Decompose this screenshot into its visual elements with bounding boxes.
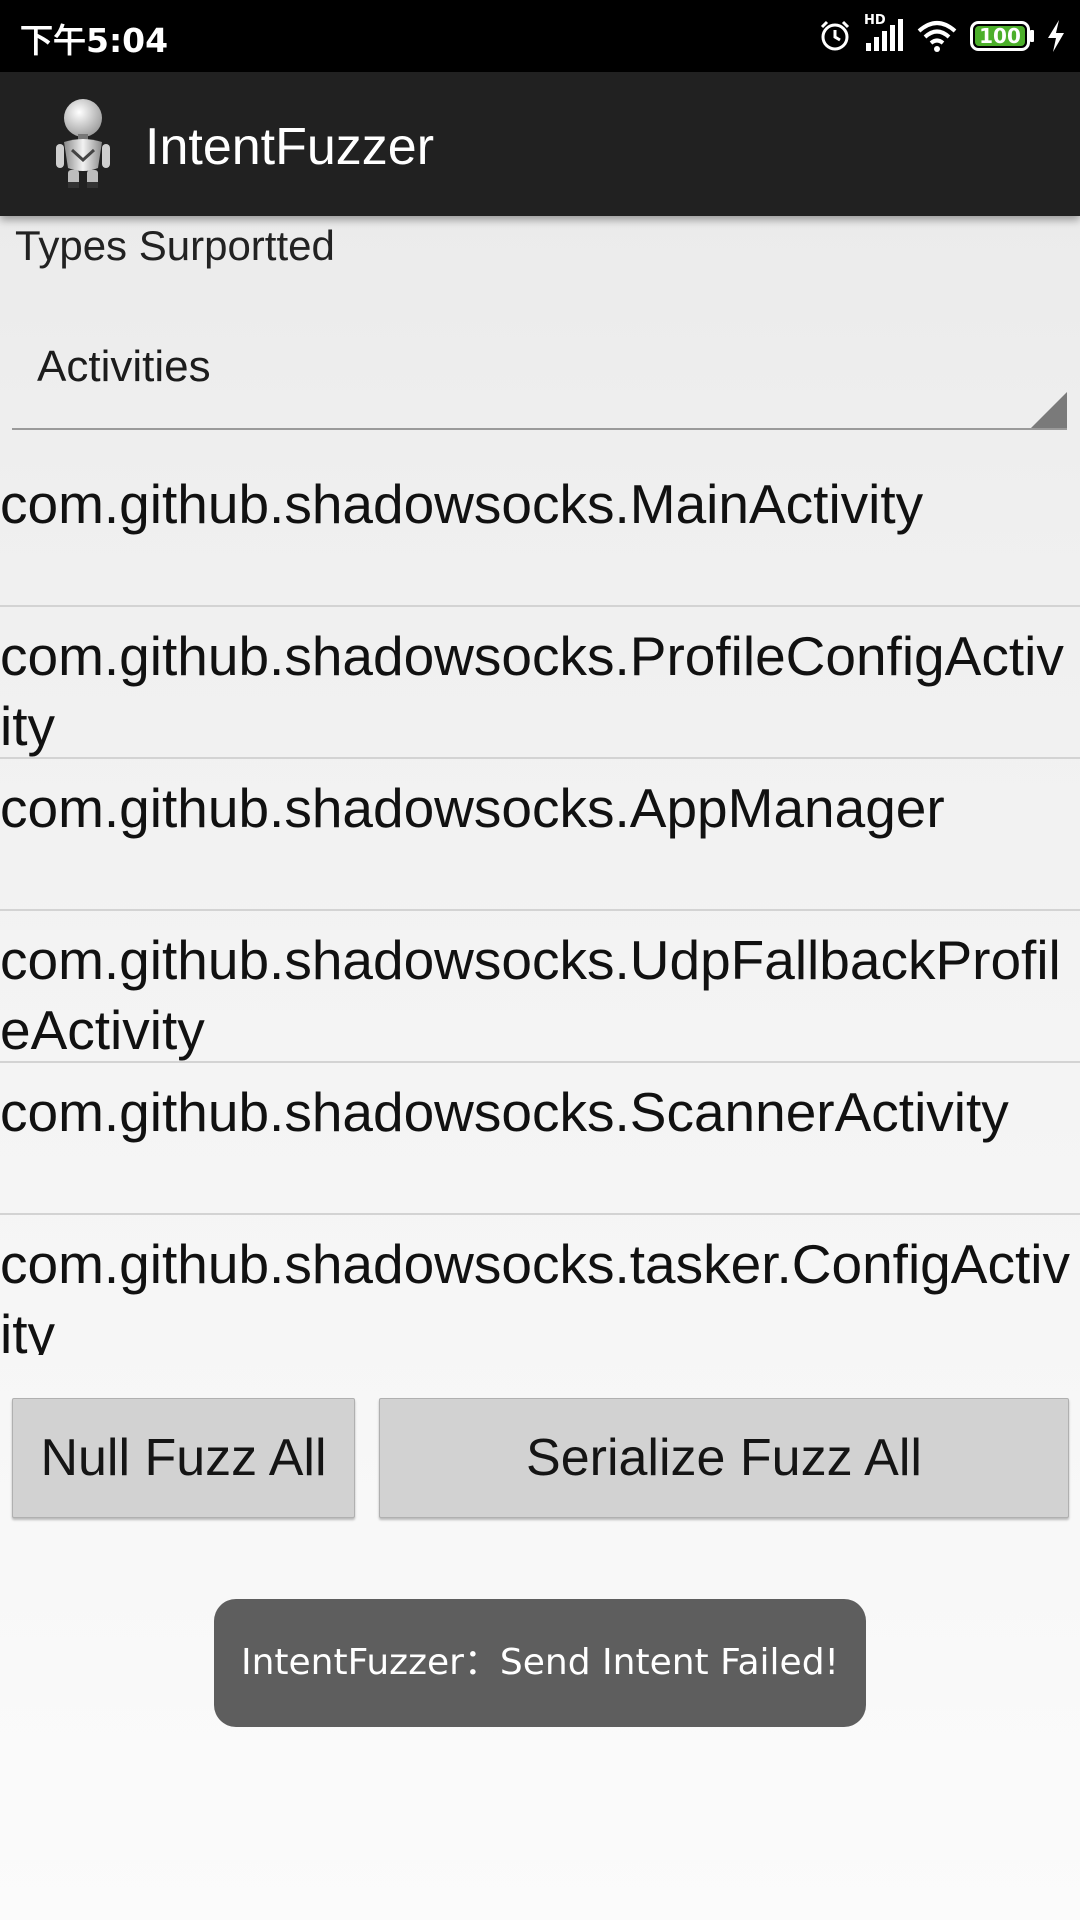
action-bar: IntentFuzzer [0,72,1080,216]
serialize-fuzz-all-button[interactable]: Serialize Fuzz All [379,1398,1069,1518]
list-item[interactable]: com.github.shadowsocks.UdpFallbackProfil… [0,911,1080,1063]
network-type-label: HD [864,13,886,28]
app-title: IntentFuzzer [145,118,435,176]
component-list[interactable]: com.github.shadowsocks.MainActivity com.… [0,455,1080,1355]
android-robot-icon [50,98,116,190]
battery-level: 100 [979,24,1021,48]
spinner-selected-value: Activities [37,342,211,391]
toast-message: IntentFuzzer：Send Intent Failed! [214,1599,866,1727]
component-name: com.github.shadowsocks.AppManager [0,777,945,839]
component-name: com.github.shadowsocks.UdpFallbackProfil… [0,929,1061,1061]
status-icons: HD 100 [818,13,1066,58]
component-name: com.github.shadowsocks.tasker.ConfigActi… [0,1233,1070,1355]
list-item[interactable]: com.github.shadowsocks.MainActivity [0,455,1080,607]
wifi-icon [916,19,958,53]
component-name: com.github.shadowsocks.ScannerActivity [0,1081,1009,1143]
list-item[interactable]: com.github.shadowsocks.AppManager [0,759,1080,911]
null-fuzz-all-button[interactable]: Null Fuzz All [12,1398,355,1518]
status-bar: 下午5:04 HD 100 [0,0,1080,72]
component-name: com.github.shadowsocks.MainActivity [0,473,924,535]
types-label: Types Surportted [15,222,335,269]
signal-icon: HD [864,13,904,53]
charging-icon [1046,19,1066,53]
list-item[interactable]: com.github.shadowsocks.ProfileConfigActi… [0,607,1080,759]
component-name: com.github.shadowsocks.ProfileConfigActi… [0,625,1064,757]
types-spinner[interactable]: Activities [12,318,1067,430]
spinner-arrow-icon [1031,392,1067,428]
battery-icon: 100 [970,21,1034,51]
list-item[interactable]: com.github.shadowsocks.ScannerActivity [0,1063,1080,1215]
list-item[interactable]: com.github.shadowsocks.tasker.ConfigActi… [0,1215,1080,1355]
alarm-icon [818,19,852,53]
status-time: 下午5:04 [20,21,169,60]
